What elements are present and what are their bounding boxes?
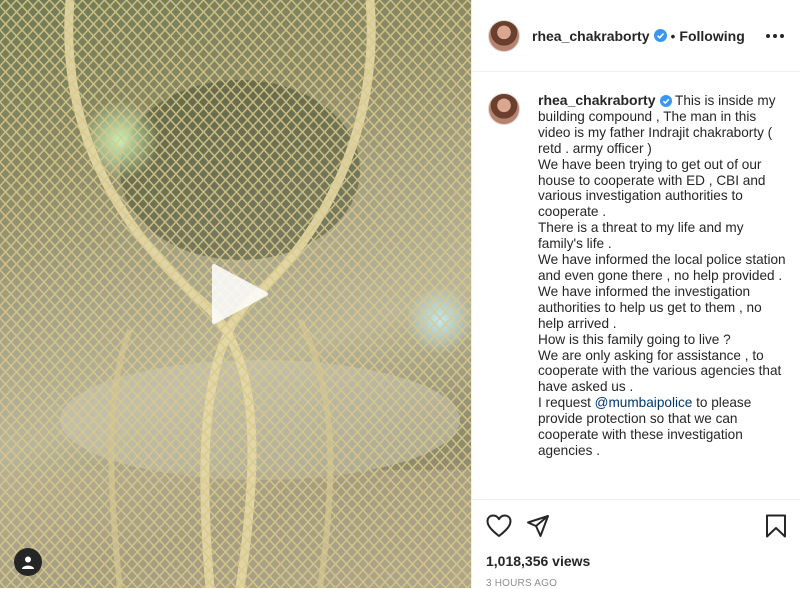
play-button[interactable] (206, 262, 270, 326)
caption-avatar[interactable] (488, 93, 520, 125)
bookmark-icon (766, 514, 786, 538)
post-timestamp[interactable]: 3 HOURS AGO (486, 578, 787, 589)
caption-line-1: rhea_chakraborty This is inside my build… (538, 92, 787, 157)
more-dot (773, 33, 777, 38)
save-button[interactable] (765, 514, 787, 538)
user-tag-icon (22, 556, 34, 569)
video-player[interactable] (0, 0, 471, 588)
verified-badge-icon (653, 29, 667, 42)
more-options-button[interactable] (764, 28, 786, 44)
post-actions: 1,018,356 views 3 HOURS AGO (472, 499, 800, 589)
heart-icon (486, 514, 512, 537)
caption-paragraph: We have informed the local police statio… (538, 252, 786, 331)
action-icons-row (486, 512, 787, 540)
caption-paragraph: There is a threat to my life and my fami… (538, 220, 744, 252)
view-count[interactable]: 1,018,356 views (486, 553, 787, 569)
user-tag-button[interactable] (14, 548, 42, 576)
header-user-info: rhea_chakraborty • Following (532, 28, 745, 44)
follow-separator: • (670, 27, 676, 44)
caption-section: rhea_chakraborty This is inside my build… (472, 73, 800, 498)
caption-text: rhea_chakraborty This is inside my build… (538, 92, 787, 498)
post-side-panel: rhea_chakraborty • Following rhea_chakra… (471, 0, 800, 589)
caption-paragraph: I request @mumbaipolice to please provid… (538, 395, 787, 459)
mention-link[interactable]: @mumbaipolice (595, 395, 693, 410)
instagram-post: rhea_chakraborty • Following rhea_chakra… (0, 0, 800, 589)
caption-paragraph: We have been trying to get out of our ho… (538, 156, 766, 220)
post-header: rhea_chakraborty • Following (472, 0, 800, 72)
following-button[interactable]: Following (679, 28, 744, 44)
caption-paragraph: We are only asking for assistance , to c… (538, 347, 782, 395)
profile-avatar[interactable] (488, 19, 520, 52)
share-button[interactable] (526, 514, 550, 538)
more-horizontal-icon (766, 33, 770, 38)
verified-badge-icon (659, 95, 672, 107)
caption-username-link[interactable]: rhea_chakraborty (538, 92, 656, 108)
caption-text-segment: I request (538, 395, 595, 411)
like-button[interactable] (486, 514, 512, 538)
play-icon (212, 264, 268, 324)
more-dot (780, 33, 784, 38)
caption-paragraph: How is this family going to live ? (538, 331, 731, 347)
username-link[interactable]: rhea_chakraborty (532, 28, 650, 44)
paper-plane-icon (527, 515, 549, 537)
